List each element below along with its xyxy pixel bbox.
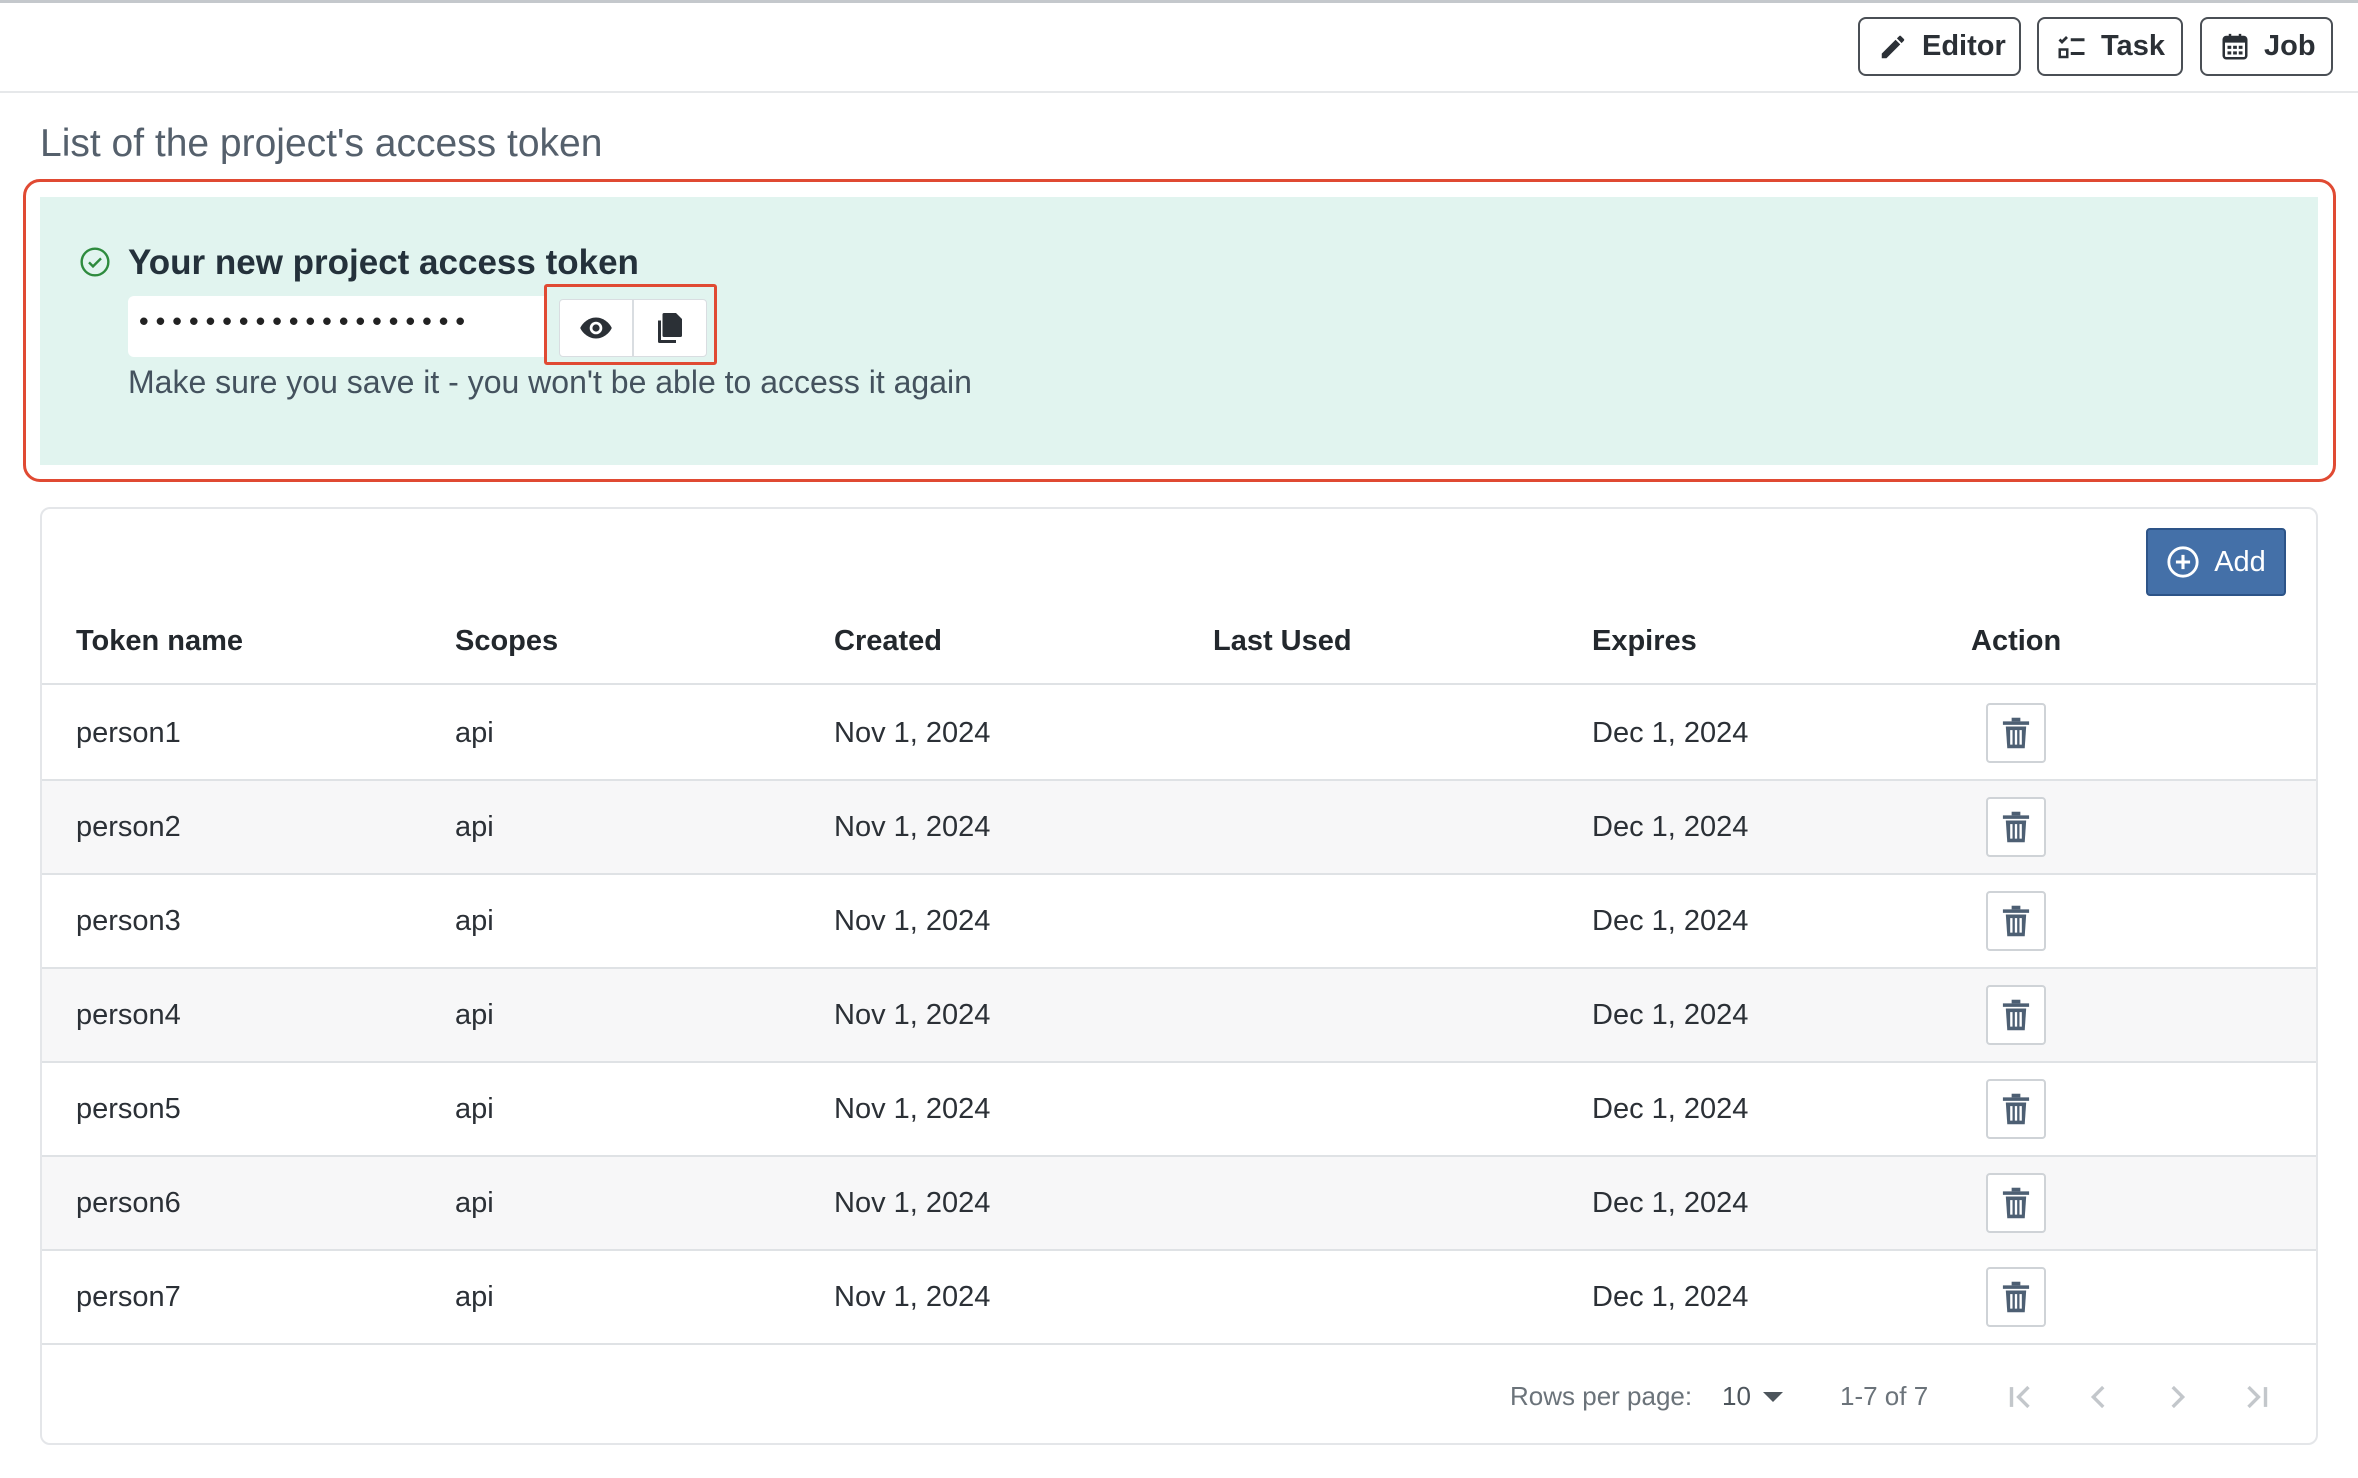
created-cell: Nov 1, 2024 <box>834 999 991 1031</box>
trash-icon <box>2002 717 2030 749</box>
table-row: person2 api Nov 1, 2024 Dec 1, 2024 <box>42 781 2316 875</box>
scopes-cell: api <box>455 1187 494 1219</box>
editor-button-label: Editor <box>1922 30 2006 62</box>
expires-cell: Dec 1, 2024 <box>1592 811 1749 843</box>
token-actions-highlight <box>544 284 717 365</box>
job-button-label: Job <box>2264 30 2316 62</box>
task-button[interactable]: Task <box>2037 17 2183 76</box>
scopes-cell: api <box>455 999 494 1031</box>
check-circle-icon <box>80 247 110 277</box>
token-name-cell: person3 <box>76 905 181 937</box>
trash-icon <box>2002 1187 2030 1219</box>
delete-token-button[interactable] <box>1986 985 2046 1045</box>
table-row: person5 api Nov 1, 2024 Dec 1, 2024 <box>42 1063 2316 1157</box>
pagination-range: 1-7 of 7 <box>1840 1381 1929 1411</box>
scopes-cell: api <box>455 1281 494 1313</box>
scopes-cell: api <box>455 717 494 749</box>
table-row: person6 api Nov 1, 2024 Dec 1, 2024 <box>42 1157 2316 1251</box>
caret-down-icon <box>1762 1391 1783 1402</box>
rows-per-page-label: Rows per page: <box>1510 1381 1693 1411</box>
scopes-cell: api <box>455 1093 494 1125</box>
token-name-cell: person6 <box>76 1187 181 1219</box>
delete-token-button[interactable] <box>1986 1079 2046 1139</box>
column-header-last-used[interactable]: Last Used <box>1213 625 1352 658</box>
token-name-cell: person5 <box>76 1093 181 1125</box>
pencil-icon <box>1881 35 1905 58</box>
plus-circle-icon <box>2167 546 2199 578</box>
last-page-button[interactable] <box>2237 1377 2277 1417</box>
calendar-icon <box>2222 33 2248 59</box>
chevron-right-icon <box>2171 1385 2186 1409</box>
scopes-cell: api <box>455 811 494 843</box>
delete-token-button[interactable] <box>1986 703 2046 763</box>
column-header-expires[interactable]: Expires <box>1592 625 1697 658</box>
trash-icon <box>2002 811 2030 843</box>
token-field[interactable]: •••••••••••••••••••• <box>128 296 544 357</box>
alert-title: Your new project access token <box>128 243 639 282</box>
expires-cell: Dec 1, 2024 <box>1592 999 1749 1031</box>
expires-cell: Dec 1, 2024 <box>1592 1281 1749 1313</box>
table-row: person1 api Nov 1, 2024 Dec 1, 2024 <box>42 687 2316 781</box>
table-row: person3 api Nov 1, 2024 Dec 1, 2024 <box>42 875 2316 969</box>
next-page-button[interactable] <box>2157 1377 2197 1417</box>
created-cell: Nov 1, 2024 <box>834 811 991 843</box>
token-name-cell: person2 <box>76 811 181 843</box>
eye-icon <box>580 317 612 339</box>
previous-page-button[interactable] <box>2079 1377 2119 1417</box>
toolbar: Editor Task Job <box>0 3 2358 93</box>
trash-icon <box>2002 905 2030 937</box>
delete-token-button[interactable] <box>1986 797 2046 857</box>
job-button[interactable]: Job <box>2200 17 2333 76</box>
pagination: Rows per page: 10 1-7 of 7 <box>42 1377 2316 1417</box>
delete-token-button[interactable] <box>1986 1173 2046 1233</box>
expires-cell: Dec 1, 2024 <box>1592 905 1749 937</box>
token-name-cell: person4 <box>76 999 181 1031</box>
created-cell: Nov 1, 2024 <box>834 717 991 749</box>
task-button-label: Task <box>2101 30 2165 62</box>
first-page-button[interactable] <box>2000 1377 2040 1417</box>
created-cell: Nov 1, 2024 <box>834 905 991 937</box>
created-cell: Nov 1, 2024 <box>834 1093 991 1125</box>
column-header-created[interactable]: Created <box>834 625 942 658</box>
expires-cell: Dec 1, 2024 <box>1592 717 1749 749</box>
last-page-icon <box>2247 1385 2268 1409</box>
page-title: List of the project's access token <box>40 122 603 165</box>
editor-button[interactable]: Editor <box>1858 17 2021 76</box>
rows-per-page-value: 10 <box>1722 1381 1751 1411</box>
scopes-cell: api <box>455 905 494 937</box>
rows-per-page-select[interactable]: 10 <box>1722 1381 1783 1412</box>
chevron-left-icon <box>2090 1385 2105 1409</box>
expires-cell: Dec 1, 2024 <box>1592 1093 1749 1125</box>
delete-token-button[interactable] <box>1986 1267 2046 1327</box>
expires-cell: Dec 1, 2024 <box>1592 1187 1749 1219</box>
table-row: person7 api Nov 1, 2024 Dec 1, 2024 <box>42 1251 2316 1345</box>
column-header-action: Action <box>1971 625 2062 657</box>
trash-icon <box>2002 1281 2030 1313</box>
column-header-token-name[interactable]: Token name <box>76 625 243 658</box>
copy-icon <box>658 313 682 343</box>
tokens-card: Add Token name Scopes Created Last Used … <box>40 507 2318 1445</box>
table-row: person4 api Nov 1, 2024 Dec 1, 2024 <box>42 969 2316 1063</box>
token-name-cell: person7 <box>76 1281 181 1313</box>
column-header-scopes[interactable]: Scopes <box>455 625 558 658</box>
trash-icon <box>2002 1093 2030 1125</box>
add-token-label: Add <box>2214 545 2266 578</box>
add-token-button[interactable]: Add <box>2146 528 2286 596</box>
token-name-cell: person1 <box>76 717 181 749</box>
first-page-icon <box>2009 1385 2030 1409</box>
delete-token-button[interactable] <box>1986 891 2046 951</box>
reveal-token-button[interactable] <box>559 299 633 357</box>
alert-note: Make sure you save it - you won't be abl… <box>128 364 972 400</box>
checklist-icon <box>2058 35 2085 58</box>
trash-icon <box>2002 999 2030 1031</box>
created-cell: Nov 1, 2024 <box>834 1187 991 1219</box>
copy-token-button[interactable] <box>633 299 707 357</box>
created-cell: Nov 1, 2024 <box>834 1281 991 1313</box>
